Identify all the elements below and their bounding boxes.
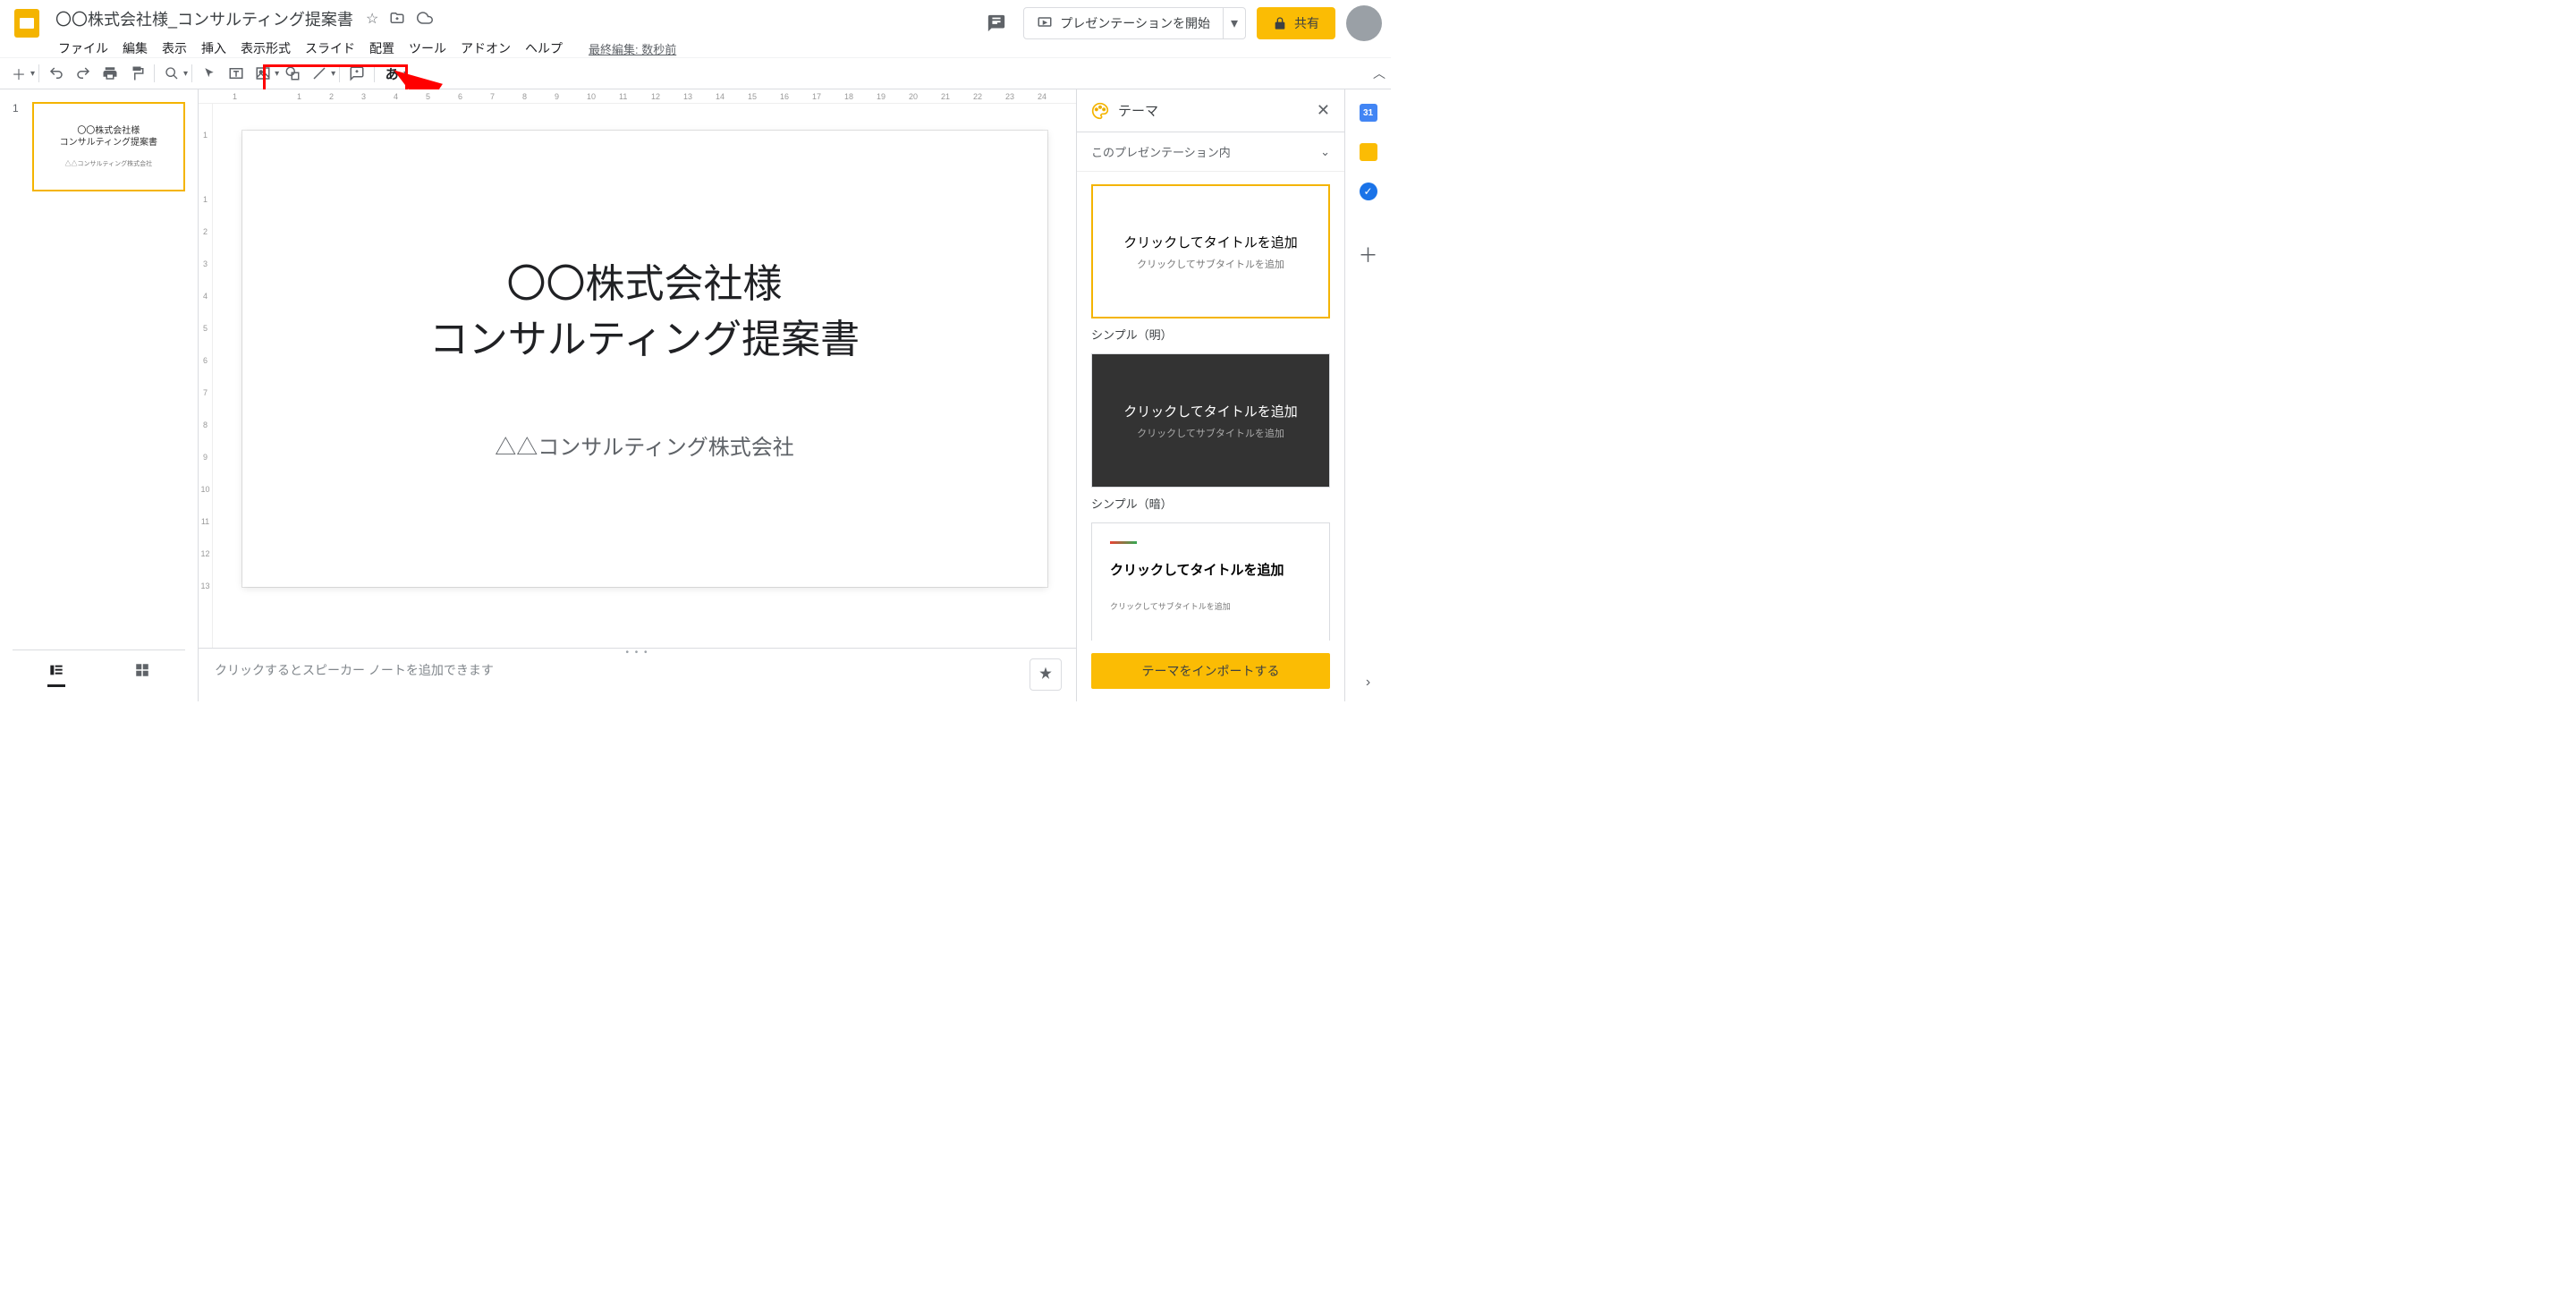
slides-app-icon[interactable] — [9, 5, 45, 41]
vertical-ruler: 112345678910111213 — [199, 104, 213, 648]
document-title[interactable]: 〇〇株式会社様_コンサルティング提案書 — [52, 5, 357, 32]
undo-button[interactable] — [44, 61, 69, 86]
filmstrip: 1 〇〇株式会社様コンサルティング提案書 △△コンサルティング株式会社 — [0, 89, 199, 701]
select-tool[interactable] — [197, 61, 222, 86]
image-tool[interactable] — [250, 61, 275, 86]
share-button[interactable]: 共有 — [1257, 7, 1335, 39]
present-icon — [1037, 15, 1053, 31]
present-button-group: プレゼンテーションを開始 ▾ — [1023, 7, 1246, 39]
move-folder-icon[interactable] — [389, 10, 405, 28]
new-slide-button[interactable]: ＋ — [6, 61, 31, 86]
theme-section-header[interactable]: このプレゼンテーション内 ⌄ — [1077, 132, 1344, 172]
canvas-stage[interactable]: 〇〇株式会社様コンサルティング提案書 △△コンサルティング株式会社 — [213, 104, 1076, 648]
horizontal-ruler: 1123456789101112131415161718192021222324 — [199, 89, 1076, 104]
textbox-tool[interactable] — [224, 61, 249, 86]
line-dropdown[interactable]: ▾ — [331, 69, 335, 79]
theme-panel: テーマ ✕ このプレゼンテーション内 ⌄ クリックしてタイトルを追加 クリックし… — [1076, 89, 1344, 701]
paint-format-button[interactable] — [124, 61, 149, 86]
speaker-notes-placeholder: クリックするとスピーカー ノートを追加できます — [215, 663, 494, 677]
app-body: 1 〇〇株式会社様コンサルティング提案書 △△コンサルティング株式会社 1123… — [0, 89, 1391, 701]
slide-canvas[interactable]: 〇〇株式会社様コンサルティング提案書 △△コンサルティング株式会社 — [242, 131, 1047, 587]
title-area: 〇〇株式会社様_コンサルティング提案書 ☆ ファイル 編集 表示 挿入 表示形式… — [52, 5, 980, 61]
canvas-area: 1123456789101112131415161718192021222324… — [199, 89, 1076, 701]
shape-tool[interactable] — [280, 61, 305, 86]
slide-title-text[interactable]: 〇〇株式会社様コンサルティング提案書 — [429, 257, 860, 367]
cloud-status-icon[interactable] — [416, 10, 434, 28]
zoom-dropdown[interactable]: ▾ — [183, 69, 188, 79]
filmstrip-view-icon[interactable] — [47, 663, 65, 687]
import-theme-button[interactable]: テーマをインポートする — [1091, 653, 1330, 689]
collapse-toolbar-icon[interactable]: ︿ — [1373, 64, 1385, 82]
print-button[interactable] — [97, 61, 123, 86]
comments-button[interactable] — [980, 7, 1013, 39]
present-dropdown[interactable]: ▾ — [1223, 8, 1245, 38]
palette-icon — [1091, 102, 1109, 120]
slide-subtitle-text[interactable]: △△コンサルティング株式会社 — [495, 429, 794, 461]
present-label: プレゼンテーションを開始 — [1060, 14, 1210, 32]
theme-list: クリックしてタイトルを追加 クリックしてサブタイトルを追加 シンプル（明） クリ… — [1077, 172, 1344, 641]
account-avatar[interactable] — [1346, 5, 1382, 41]
zoom-button[interactable] — [159, 61, 184, 86]
lock-icon — [1273, 16, 1287, 30]
input-mode-button[interactable]: あ — [379, 61, 404, 86]
new-slide-dropdown[interactable]: ▾ — [30, 69, 35, 79]
side-rail-collapse-icon[interactable]: › — [1366, 675, 1370, 691]
line-tool[interactable] — [307, 61, 332, 86]
add-addon-icon[interactable]: ＋ — [1358, 240, 1377, 268]
speaker-notes[interactable]: • • • クリックするとスピーカー ノートを追加できます — [199, 648, 1076, 701]
star-icon[interactable]: ☆ — [366, 10, 378, 28]
chevron-down-icon: ⌄ — [1320, 145, 1330, 159]
side-rail: 31 ✓ ＋ › — [1344, 89, 1391, 701]
calendar-addon-icon[interactable]: 31 — [1360, 104, 1377, 122]
theme-card-dark[interactable]: クリックしてタイトルを追加 クリックしてサブタイトルを追加 シンプル（暗） — [1091, 353, 1330, 512]
grid-view-icon[interactable] — [134, 662, 150, 678]
tasks-addon-icon[interactable]: ✓ — [1360, 183, 1377, 200]
app-header: 〇〇株式会社様_コンサルティング提案書 ☆ ファイル 編集 表示 挿入 表示形式… — [0, 0, 1391, 57]
header-actions: プレゼンテーションを開始 ▾ 共有 — [980, 5, 1382, 41]
close-icon[interactable]: ✕ — [1317, 101, 1330, 120]
keep-addon-icon[interactable] — [1360, 143, 1377, 161]
theme-panel-header: テーマ ✕ — [1077, 89, 1344, 132]
image-dropdown[interactable]: ▾ — [275, 69, 279, 79]
slide-number: 1 — [13, 102, 25, 191]
input-mode-dropdown[interactable]: ▾ — [403, 69, 408, 79]
slide-thumb-wrap: 1 〇〇株式会社様コンサルティング提案書 △△コンサルティング株式会社 — [13, 102, 185, 191]
theme-card-accent[interactable]: クリックしてタイトルを追加 クリックしてサブタイトルを追加 — [1091, 522, 1330, 641]
share-label: 共有 — [1294, 14, 1319, 32]
notes-resize-handle[interactable]: • • • — [625, 648, 648, 658]
theme-panel-title: テーマ — [1118, 101, 1158, 120]
redo-button[interactable] — [71, 61, 96, 86]
last-edit-link[interactable]: 最終編集: 数秒前 — [589, 40, 676, 57]
theme-card-light[interactable]: クリックしてタイトルを追加 クリックしてサブタイトルを追加 シンプル（明） — [1091, 184, 1330, 343]
slide-thumbnail[interactable]: 〇〇株式会社様コンサルティング提案書 △△コンサルティング株式会社 — [32, 102, 185, 191]
present-button[interactable]: プレゼンテーションを開始 — [1024, 14, 1223, 32]
toolbar: ＋▾ ▾ ▾ ▾ あ▾ ︿ — [0, 57, 1391, 89]
explore-button[interactable] — [1030, 658, 1062, 691]
filmstrip-view-switcher — [13, 650, 185, 689]
comment-tool[interactable] — [344, 61, 369, 86]
